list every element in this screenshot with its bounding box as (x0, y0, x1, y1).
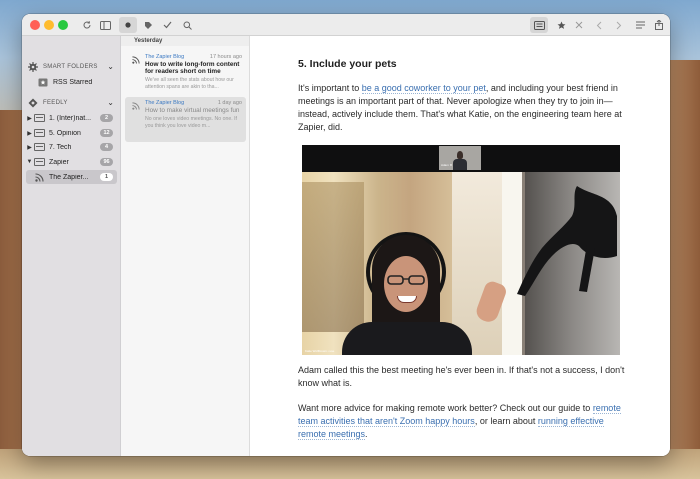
close-window-button[interactable] (30, 20, 40, 30)
desktop-rock-right (668, 60, 700, 460)
article-paragraph: Want more advice for making remote work … (298, 402, 628, 441)
rss-feed-icon (35, 172, 44, 182)
folder-icon (34, 129, 45, 137)
smart-folders-header[interactable]: SMART FOLDERS (28, 60, 98, 74)
sidebar-item-opinion[interactable]: ▶ 5. Opinion 12 (26, 126, 117, 140)
minimize-window-button[interactable] (44, 20, 54, 30)
article-source: The Zapier Blog (145, 100, 185, 106)
article-title: How to write long-form content for reade… (145, 61, 240, 75)
paragraph-text: Want more advice for making remote work … (298, 403, 593, 413)
rss-starred-label: RSS Starred (53, 78, 93, 86)
meeting-photo: Adam ★ Katie Wolfbrown • use (302, 145, 620, 355)
participant-name: Adam ★ (441, 163, 453, 167)
gear-icon (28, 62, 38, 72)
refresh-icon[interactable] (78, 17, 96, 33)
sidebar-item-label: 7. Tech (49, 143, 72, 151)
unread-count-badge: 2 (100, 114, 113, 122)
feedly-label: FEEDLY (43, 100, 68, 106)
toolbar (22, 14, 670, 36)
unread-count-badge: 12 (100, 129, 113, 137)
paragraph-text: It's important to (298, 83, 362, 93)
disclosure-triangle-icon[interactable]: ▶ (26, 144, 33, 151)
folder-icon (34, 158, 45, 166)
unread-count-badge: 96 (100, 158, 113, 166)
article-source: The Zapier Blog (145, 54, 185, 60)
zoom-window-button[interactable] (58, 20, 68, 30)
folder-icon (34, 143, 45, 151)
share-icon[interactable] (650, 17, 668, 33)
article-paragraph: It's important to be a good coworker to … (298, 82, 628, 134)
date-group-header: Yesterday (121, 36, 249, 46)
article-meta: The Zapier Blog 1 day ago (145, 100, 242, 106)
feedly-header[interactable]: FEEDLY (28, 96, 68, 110)
sidebar: SMART FOLDERS ⌄ RSS Starred FEEDLY ⌄ ▶ 1… (22, 36, 121, 456)
article-view: 5. Include your pets It's important to b… (251, 36, 670, 456)
unread-count-badge: 4 (100, 143, 113, 151)
article-list-item[interactable]: The Zapier Blog 17 hours ago How to writ… (125, 51, 246, 96)
sidebar-item-zapier-blog[interactable]: The Zapier... 1 (26, 170, 117, 184)
sidebar-item-label: 5. Opinion (49, 129, 81, 137)
coworker-pet-link[interactable]: be a good coworker to your pet (361, 83, 486, 94)
video-frame (302, 172, 620, 355)
article-time: 1 day ago (217, 100, 242, 106)
reader-view-icon[interactable] (530, 17, 548, 33)
tag-icon[interactable] (139, 17, 157, 33)
list-view-icon[interactable] (631, 17, 649, 33)
mark-read-checkmark-icon[interactable] (158, 17, 176, 33)
sidebar-item-label: Zapier (49, 158, 69, 166)
folder-icon (34, 114, 45, 122)
unread-filter-icon[interactable] (119, 17, 137, 33)
sidebar-item-internat[interactable]: ▶ 1. (Inter)nat... 2 (26, 111, 117, 125)
article-list: Yesterday The Zapier Blog 17 hours ago H… (121, 36, 250, 456)
article-time: 17 hours ago (209, 54, 242, 60)
smart-folders-label: SMART FOLDERS (43, 64, 98, 70)
disclosure-triangle-icon[interactable]: ▼ (26, 159, 33, 165)
feedly-logo-icon (28, 98, 38, 108)
sidebar-item-rss-starred[interactable]: RSS Starred (38, 75, 117, 89)
article-list-item-selected[interactable]: The Zapier Blog 1 day ago How to make vi… (125, 97, 246, 142)
search-icon[interactable] (178, 17, 196, 33)
sidebar-item-tech[interactable]: ▶ 7. Tech 4 (26, 140, 117, 154)
paragraph-text: , or learn about (474, 416, 538, 426)
video-caption: Katie Wolfbrown • use (305, 349, 335, 353)
sidebar-item-label: 1. (Inter)nat... (49, 114, 92, 122)
unread-count-badge: 1 (100, 173, 113, 181)
sidebar-item-zapier[interactable]: ▼ Zapier 96 (26, 155, 117, 169)
chevron-down-icon[interactable]: ⌄ (107, 62, 114, 72)
disclosure-triangle-icon[interactable]: ▶ (26, 130, 33, 137)
article-paragraph: Adam called this the best meeting he's e… (298, 365, 625, 388)
article-heading: 5. Include your pets (298, 58, 397, 70)
sidebar-item-label: The Zapier... (49, 173, 89, 181)
article-meta: The Zapier Blog 17 hours ago (145, 54, 242, 60)
sidebar-toggle-icon[interactable] (96, 17, 114, 33)
chevron-left-icon[interactable] (590, 17, 608, 33)
paragraph-text: . (365, 429, 368, 439)
cat-silhouette (517, 186, 617, 296)
reeder-window: SMART FOLDERS ⌄ RSS Starred FEEDLY ⌄ ▶ 1… (22, 14, 670, 456)
article-summary: We've all seen the stats about how our a… (145, 77, 234, 90)
chevron-right-icon[interactable] (610, 17, 628, 33)
article-summary: No one loves video meetings. No one. If … (145, 116, 237, 129)
close-article-icon[interactable] (570, 17, 588, 33)
star-icon[interactable] (552, 17, 570, 33)
chevron-down-icon[interactable]: ⌄ (107, 98, 114, 108)
article-title: How to make virtual meetings fun (145, 107, 240, 114)
starred-icon (38, 78, 48, 86)
disclosure-triangle-icon[interactable]: ▶ (26, 115, 33, 122)
rss-feed-icon (132, 102, 140, 110)
rss-feed-icon (132, 56, 140, 64)
